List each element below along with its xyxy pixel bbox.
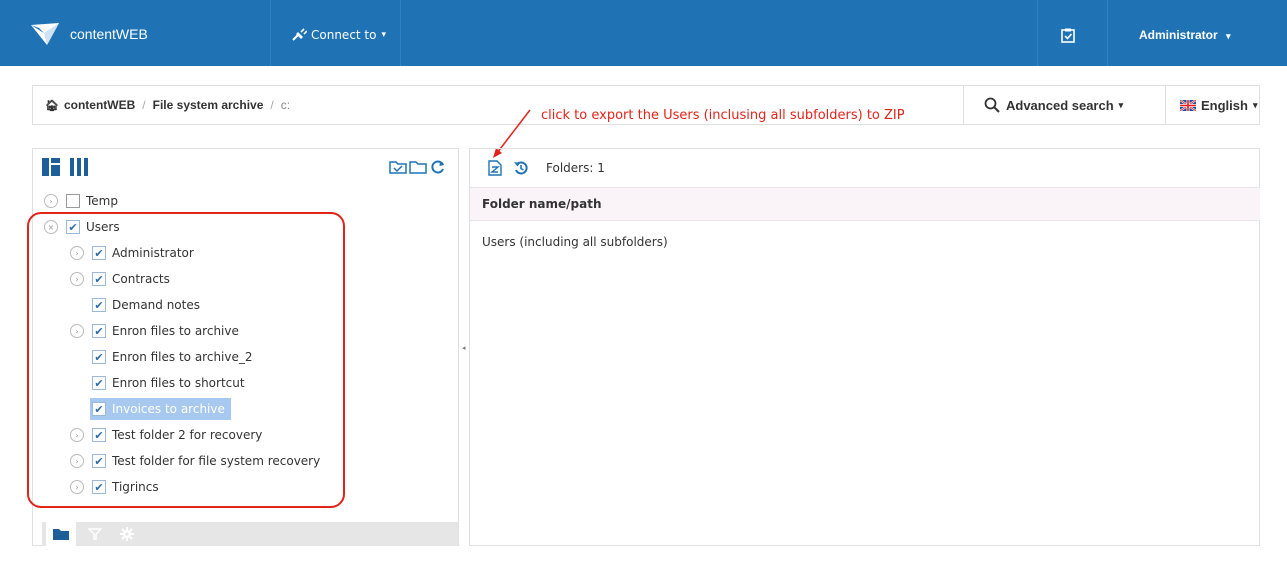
- tree-node-label: Temp: [86, 194, 118, 208]
- column-header-label: Folder name/path: [482, 197, 602, 211]
- tree-node[interactable]: › Temp: [44, 190, 118, 212]
- column-view-icon[interactable]: [67, 155, 91, 179]
- panel-splitter[interactable]: ◂: [458, 148, 470, 546]
- select-folders-icon[interactable]: [388, 155, 408, 179]
- checkbox[interactable]: [66, 194, 80, 208]
- column-header-folder-path[interactable]: Folder name/path: [470, 187, 1260, 221]
- content-toolbar: Folders: 1: [470, 149, 1260, 187]
- folder-icon[interactable]: [408, 155, 428, 179]
- annotation-text: click to export the Users (inclusing all…: [541, 108, 905, 123]
- export-zip-button[interactable]: [484, 157, 506, 179]
- highlight-outline: [27, 212, 345, 508]
- tree-toolbar: [33, 149, 459, 189]
- folders-count: Folders: 1: [546, 161, 605, 175]
- collapse-arrow-icon[interactable]: ◂: [462, 344, 466, 352]
- table-row[interactable]: Users (including all subfolders): [482, 235, 668, 249]
- history-icon: [514, 161, 528, 175]
- tree-view-icon[interactable]: [39, 155, 63, 179]
- history-button[interactable]: [510, 157, 532, 179]
- refresh-icon[interactable]: [428, 155, 448, 179]
- expand-icon[interactable]: ›: [44, 194, 58, 208]
- zip-export-icon: [488, 160, 502, 176]
- content-panel: Folders: 1 Folder name/path Users (inclu…: [470, 148, 1260, 546]
